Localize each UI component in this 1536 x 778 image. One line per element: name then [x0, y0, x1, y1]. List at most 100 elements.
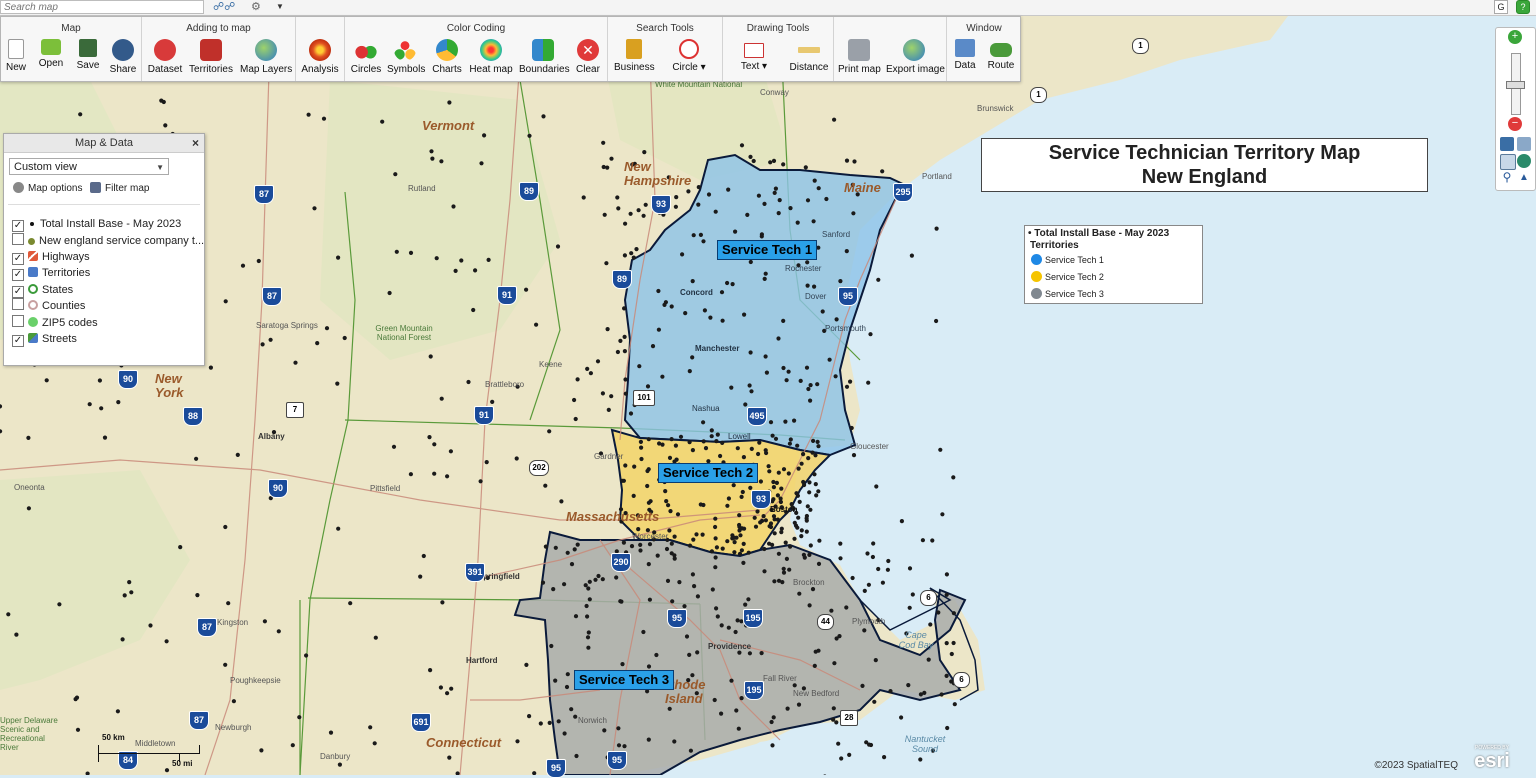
- install-base-point[interactable]: [527, 133, 532, 138]
- install-base-point[interactable]: [951, 475, 956, 480]
- install-base-point[interactable]: [564, 684, 570, 690]
- install-base-point[interactable]: [749, 446, 754, 451]
- install-base-point[interactable]: [6, 612, 11, 617]
- install-base-point[interactable]: [928, 622, 933, 627]
- install-base-point[interactable]: [762, 201, 767, 206]
- layer-install-base[interactable]: ✓ Total Install Base - May 2023: [12, 216, 181, 232]
- install-base-point[interactable]: [622, 306, 627, 311]
- install-base-point[interactable]: [690, 448, 696, 453]
- view-select[interactable]: Custom view ▼: [9, 158, 169, 175]
- install-base-point[interactable]: [616, 206, 621, 211]
- install-base-point[interactable]: [631, 255, 636, 260]
- install-base-point[interactable]: [805, 198, 811, 203]
- install-base-point[interactable]: [737, 513, 742, 518]
- install-base-point[interactable]: [788, 544, 793, 549]
- install-base-point[interactable]: [553, 545, 558, 550]
- install-base-point[interactable]: [622, 349, 628, 354]
- install-base-point[interactable]: [259, 748, 264, 753]
- install-base-point[interactable]: [527, 714, 532, 719]
- install-base-point[interactable]: [737, 551, 743, 556]
- install-base-point[interactable]: [490, 399, 495, 404]
- install-base-point[interactable]: [473, 268, 478, 273]
- install-base-point[interactable]: [945, 725, 950, 731]
- install-base-point[interactable]: [761, 514, 766, 519]
- install-base-point[interactable]: [795, 220, 800, 225]
- install-base-point[interactable]: [725, 280, 730, 286]
- install-base-point[interactable]: [714, 545, 720, 550]
- install-base-point[interactable]: [672, 534, 677, 539]
- install-base-point[interactable]: [439, 396, 444, 401]
- install-base-point[interactable]: [337, 762, 342, 767]
- install-base-point[interactable]: [647, 542, 653, 547]
- install-base-point[interactable]: [737, 650, 742, 655]
- install-base-point[interactable]: [684, 634, 690, 639]
- install-base-point[interactable]: [686, 189, 691, 194]
- install-base-point[interactable]: [808, 398, 813, 403]
- install-base-point[interactable]: [438, 685, 443, 690]
- install-base-point[interactable]: [787, 567, 792, 572]
- route-button[interactable]: Route: [985, 37, 1017, 79]
- install-base-point[interactable]: [776, 578, 782, 583]
- install-base-point[interactable]: [321, 116, 327, 121]
- install-base-point[interactable]: [97, 378, 102, 383]
- install-base-point[interactable]: [585, 366, 590, 371]
- install-base-point[interactable]: [757, 440, 762, 445]
- install-base-point[interactable]: [871, 541, 876, 546]
- territory-label-tech-1[interactable]: Service Tech 1: [717, 240, 818, 260]
- install-base-point[interactable]: [702, 308, 708, 313]
- install-base-point[interactable]: [772, 579, 777, 584]
- install-base-point[interactable]: [811, 219, 816, 224]
- install-base-point[interactable]: [595, 359, 601, 364]
- install-base-point[interactable]: [797, 591, 802, 596]
- install-base-point[interactable]: [459, 258, 464, 263]
- install-base-point[interactable]: [772, 531, 777, 536]
- install-base-point[interactable]: [832, 117, 837, 122]
- install-base-point[interactable]: [524, 287, 529, 292]
- territory-label-tech-2[interactable]: Service Tech 2: [658, 463, 759, 483]
- install-base-point[interactable]: [616, 743, 622, 748]
- layer-checkbox[interactable]: ✓: [12, 253, 24, 265]
- install-base-point[interactable]: [670, 599, 675, 604]
- install-base-point[interactable]: [538, 721, 543, 726]
- layer-zip5[interactable]: ZIP5 codes: [12, 315, 98, 331]
- install-base-point[interactable]: [120, 637, 125, 642]
- install-base-point[interactable]: [781, 365, 786, 371]
- install-base-point[interactable]: [820, 309, 825, 314]
- install-base-point[interactable]: [739, 696, 744, 701]
- install-base-point[interactable]: [834, 720, 839, 725]
- install-base-point[interactable]: [832, 661, 837, 666]
- install-base-point[interactable]: [408, 472, 413, 477]
- install-base-point[interactable]: [748, 350, 753, 355]
- install-base-point[interactable]: [646, 500, 652, 505]
- install-base-point[interactable]: [449, 686, 454, 691]
- install-base-point[interactable]: [829, 608, 834, 613]
- install-base-point[interactable]: [44, 378, 49, 383]
- install-base-point[interactable]: [380, 119, 385, 124]
- install-base-point[interactable]: [655, 553, 660, 558]
- install-base-point[interactable]: [811, 438, 816, 443]
- install-base-point[interactable]: [445, 691, 450, 696]
- install-base-point[interactable]: [743, 602, 748, 607]
- install-base-point[interactable]: [796, 702, 802, 707]
- install-base-point[interactable]: [746, 550, 751, 555]
- install-base-point[interactable]: [824, 196, 829, 202]
- install-base-point[interactable]: [551, 587, 556, 592]
- install-base-point[interactable]: [335, 381, 340, 386]
- install-base-point[interactable]: [115, 709, 120, 714]
- install-base-point[interactable]: [880, 580, 886, 585]
- install-base-point[interactable]: [814, 493, 819, 498]
- install-base-point[interactable]: [148, 623, 153, 628]
- territories-button[interactable]: Territories: [189, 37, 233, 79]
- install-base-point[interactable]: [934, 226, 939, 231]
- install-base-point[interactable]: [713, 555, 718, 560]
- install-base-point[interactable]: [484, 460, 489, 465]
- search-input[interactable]: [0, 0, 204, 14]
- install-base-point[interactable]: [601, 164, 606, 170]
- install-base-point[interactable]: [768, 420, 774, 425]
- install-base-point[interactable]: [556, 719, 561, 724]
- install-base-point[interactable]: [781, 162, 786, 167]
- install-base-point[interactable]: [706, 192, 712, 197]
- install-base-point[interactable]: [691, 233, 696, 238]
- map-options-link[interactable]: Map options: [13, 182, 82, 194]
- install-base-point[interactable]: [767, 524, 772, 529]
